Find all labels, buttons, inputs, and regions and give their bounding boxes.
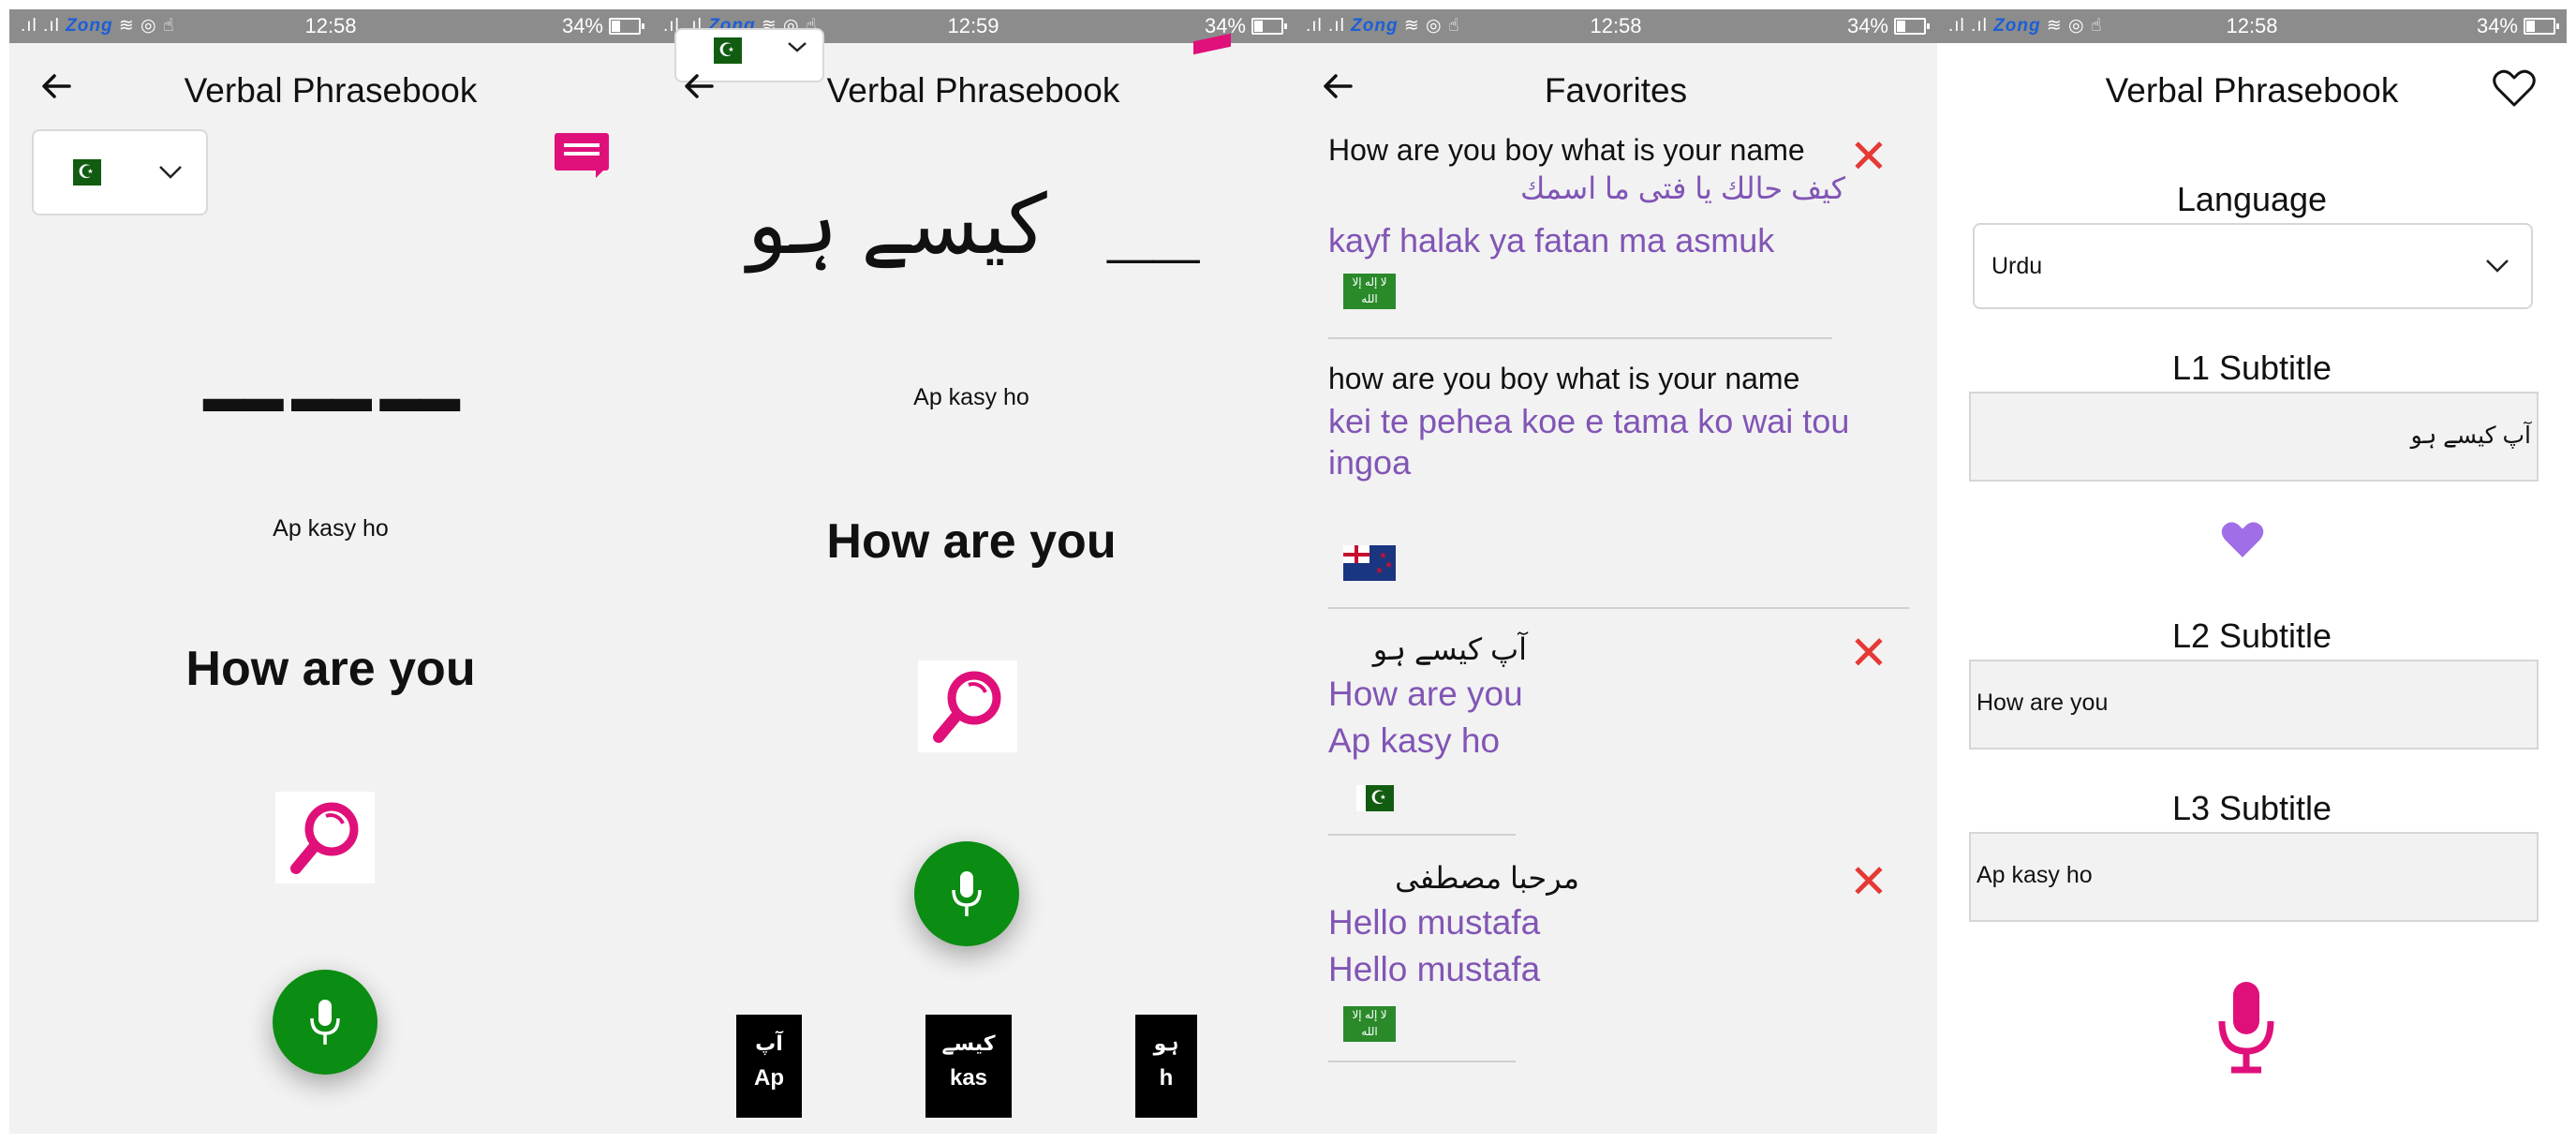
- language-select[interactable]: Urdu: [1973, 223, 2533, 309]
- english-phrase: Hello mustafa: [1328, 903, 1541, 942]
- english-phrase: How are you boy what is your name: [1328, 133, 1805, 167]
- l1-subtitle-field[interactable]: آپ کیسے ہو: [1969, 392, 2539, 482]
- word-tile[interactable]: ہو h: [1135, 1015, 1197, 1118]
- language-dropdown[interactable]: [32, 129, 208, 215]
- favorite-item[interactable]: آپ کیسے ہو How are you Ap kasy ho ✕: [1295, 618, 1937, 834]
- l2-subtitle-field[interactable]: How are you: [1969, 660, 2539, 750]
- saudi-arabia-flag-icon: لا إله إلا الله: [1343, 274, 1396, 309]
- heart-filled-icon[interactable]: [2218, 518, 2267, 561]
- status-time: 12:58: [1590, 14, 1642, 37]
- romanized-phrase: Ap kasy ho: [1328, 721, 1501, 760]
- divider: [1328, 834, 1516, 836]
- search-button[interactable]: [275, 792, 375, 883]
- favorite-item[interactable]: How are you boy what is your name كيف حا…: [1295, 131, 1937, 347]
- word-tile[interactable]: کیسے kas: [925, 1015, 1012, 1118]
- battery-icon: [1894, 18, 1930, 35]
- pakistan-flag-icon: [704, 37, 742, 64]
- page-title: Verbal Phrasebook: [2105, 71, 2399, 110]
- battery-icon: [609, 18, 644, 35]
- urdu-phrase: آپ کیسے ہو: [1372, 632, 1527, 666]
- l2-subtitle-label: L2 Subtitle: [2171, 616, 2332, 655]
- language-label: Language: [2176, 180, 2328, 218]
- mic-button[interactable]: [273, 970, 378, 1075]
- battery-level: 34%: [561, 14, 603, 37]
- romanized-phrase: Hello mustafa: [1328, 950, 1541, 988]
- microphone-icon: [310, 1000, 340, 1045]
- chevron-down-icon: [788, 42, 807, 52]
- l1-subtitle-label: L1 Subtitle: [2171, 349, 2332, 387]
- microphone-icon: [952, 871, 982, 916]
- status-bar: .ıl .ıl Zong ≋ ◎ ☝ 12:58 34%: [1937, 9, 2567, 43]
- search-icon: [290, 802, 359, 874]
- urdu-phrase: کیسے ہو: [747, 178, 1047, 271]
- chevron-down-icon: [159, 166, 182, 179]
- favorite-item[interactable]: مرحبا مصطفى Hello mustafa Hello mustafa …: [1295, 847, 1937, 1062]
- english-phrase: How are you: [185, 642, 476, 696]
- favorite-item[interactable]: how are you boy what is your name kei te…: [1295, 358, 1937, 611]
- battery-level: 34%: [1846, 14, 1888, 37]
- battery-icon: [1251, 18, 1287, 35]
- english-phrase: How are you: [1328, 675, 1523, 713]
- battery-level: 34%: [2476, 14, 2518, 37]
- screen-favorites: .ıl .ıl Zong ≋ ◎ ☝ 12:58 34% Favorites H…: [1295, 9, 1937, 1134]
- l3-subtitle-field[interactable]: Ap kasy ho: [1969, 832, 2539, 922]
- page-title: Favorites: [1544, 71, 1688, 110]
- urdu-phrase-display: کیسے ہو __: [652, 176, 1295, 273]
- delete-icon[interactable]: ✕: [1849, 630, 1888, 676]
- pakistan-flag-icon: [64, 159, 101, 186]
- status-bar: .ıl .ıl Zong ≋ ◎ ☝ 12:58 34%: [9, 9, 652, 43]
- romanized-phrase: kei te pehea koe e tama ko wai tou ingoa: [1328, 402, 1850, 482]
- divider: [1328, 337, 1832, 339]
- status-time: 12:58: [2226, 14, 2278, 37]
- divider: [1328, 607, 1909, 609]
- answer-blank: __: [1107, 178, 1200, 271]
- english-phrase: how are you boy what is your name: [1328, 362, 1800, 395]
- divider: [1328, 1061, 1516, 1062]
- mic-button[interactable]: [914, 841, 1019, 946]
- transliteration-text: Ap kasy ho: [273, 515, 389, 542]
- subtitles-icon[interactable]: [555, 133, 609, 178]
- delete-icon[interactable]: ✕: [1849, 858, 1888, 905]
- chevron-down-icon: [2486, 260, 2509, 273]
- search-button[interactable]: [918, 661, 1017, 752]
- status-bar: .ıl .ıl Zong ≋ ◎ ☝ 12:58 34%: [1295, 9, 1937, 43]
- delete-icon[interactable]: ✕: [1849, 133, 1888, 180]
- heart-outline-icon[interactable]: [2492, 67, 2537, 109]
- screen-phrase-quiz: .ıl .ıl Zong ≋ ◎ ☝ 12:58 34% Verbal Phra…: [9, 9, 652, 1134]
- search-icon: [933, 671, 1001, 743]
- native-phrase: كيف حالك يا فتى ما اسمك: [1519, 171, 1845, 205]
- pakistan-flag-icon: [1356, 785, 1394, 811]
- word-tile[interactable]: آپ Ap: [736, 1015, 802, 1118]
- new-zealand-flag-icon: ★ ★ ★: [1343, 545, 1396, 581]
- microphone-icon[interactable]: [2214, 980, 2278, 1074]
- answer-blanks: ▬▬ ▬▬ ▬▬: [202, 375, 460, 421]
- transliteration-text: Ap kasy ho: [913, 384, 1029, 410]
- l3-subtitle-label: L3 Subtitle: [2171, 789, 2332, 827]
- urdu-phrase: مرحبا مصطفى: [1395, 861, 1579, 895]
- romanized-phrase: kayf halak ya fatan ma asmuk: [1328, 221, 1775, 260]
- language-value: Urdu: [1991, 253, 2043, 279]
- english-phrase: How are you: [826, 514, 1117, 569]
- battery-icon: [2524, 18, 2559, 35]
- screen-phrase-practice: .ıl .ıl Zong ≋ ◎ ☝ 12:59 34% Verbal Phra…: [652, 9, 1295, 1134]
- status-time: 12:58: [304, 14, 357, 37]
- page-title: Verbal Phrasebook: [184, 71, 478, 110]
- saudi-arabia-flag-icon: لا إله إلا الله: [1343, 1006, 1396, 1042]
- screen-settings: .ıl .ıl Zong ≋ ◎ ☝ 12:58 34% Verbal Phra…: [1937, 9, 2567, 1134]
- page-title: Verbal Phrasebook: [826, 71, 1120, 110]
